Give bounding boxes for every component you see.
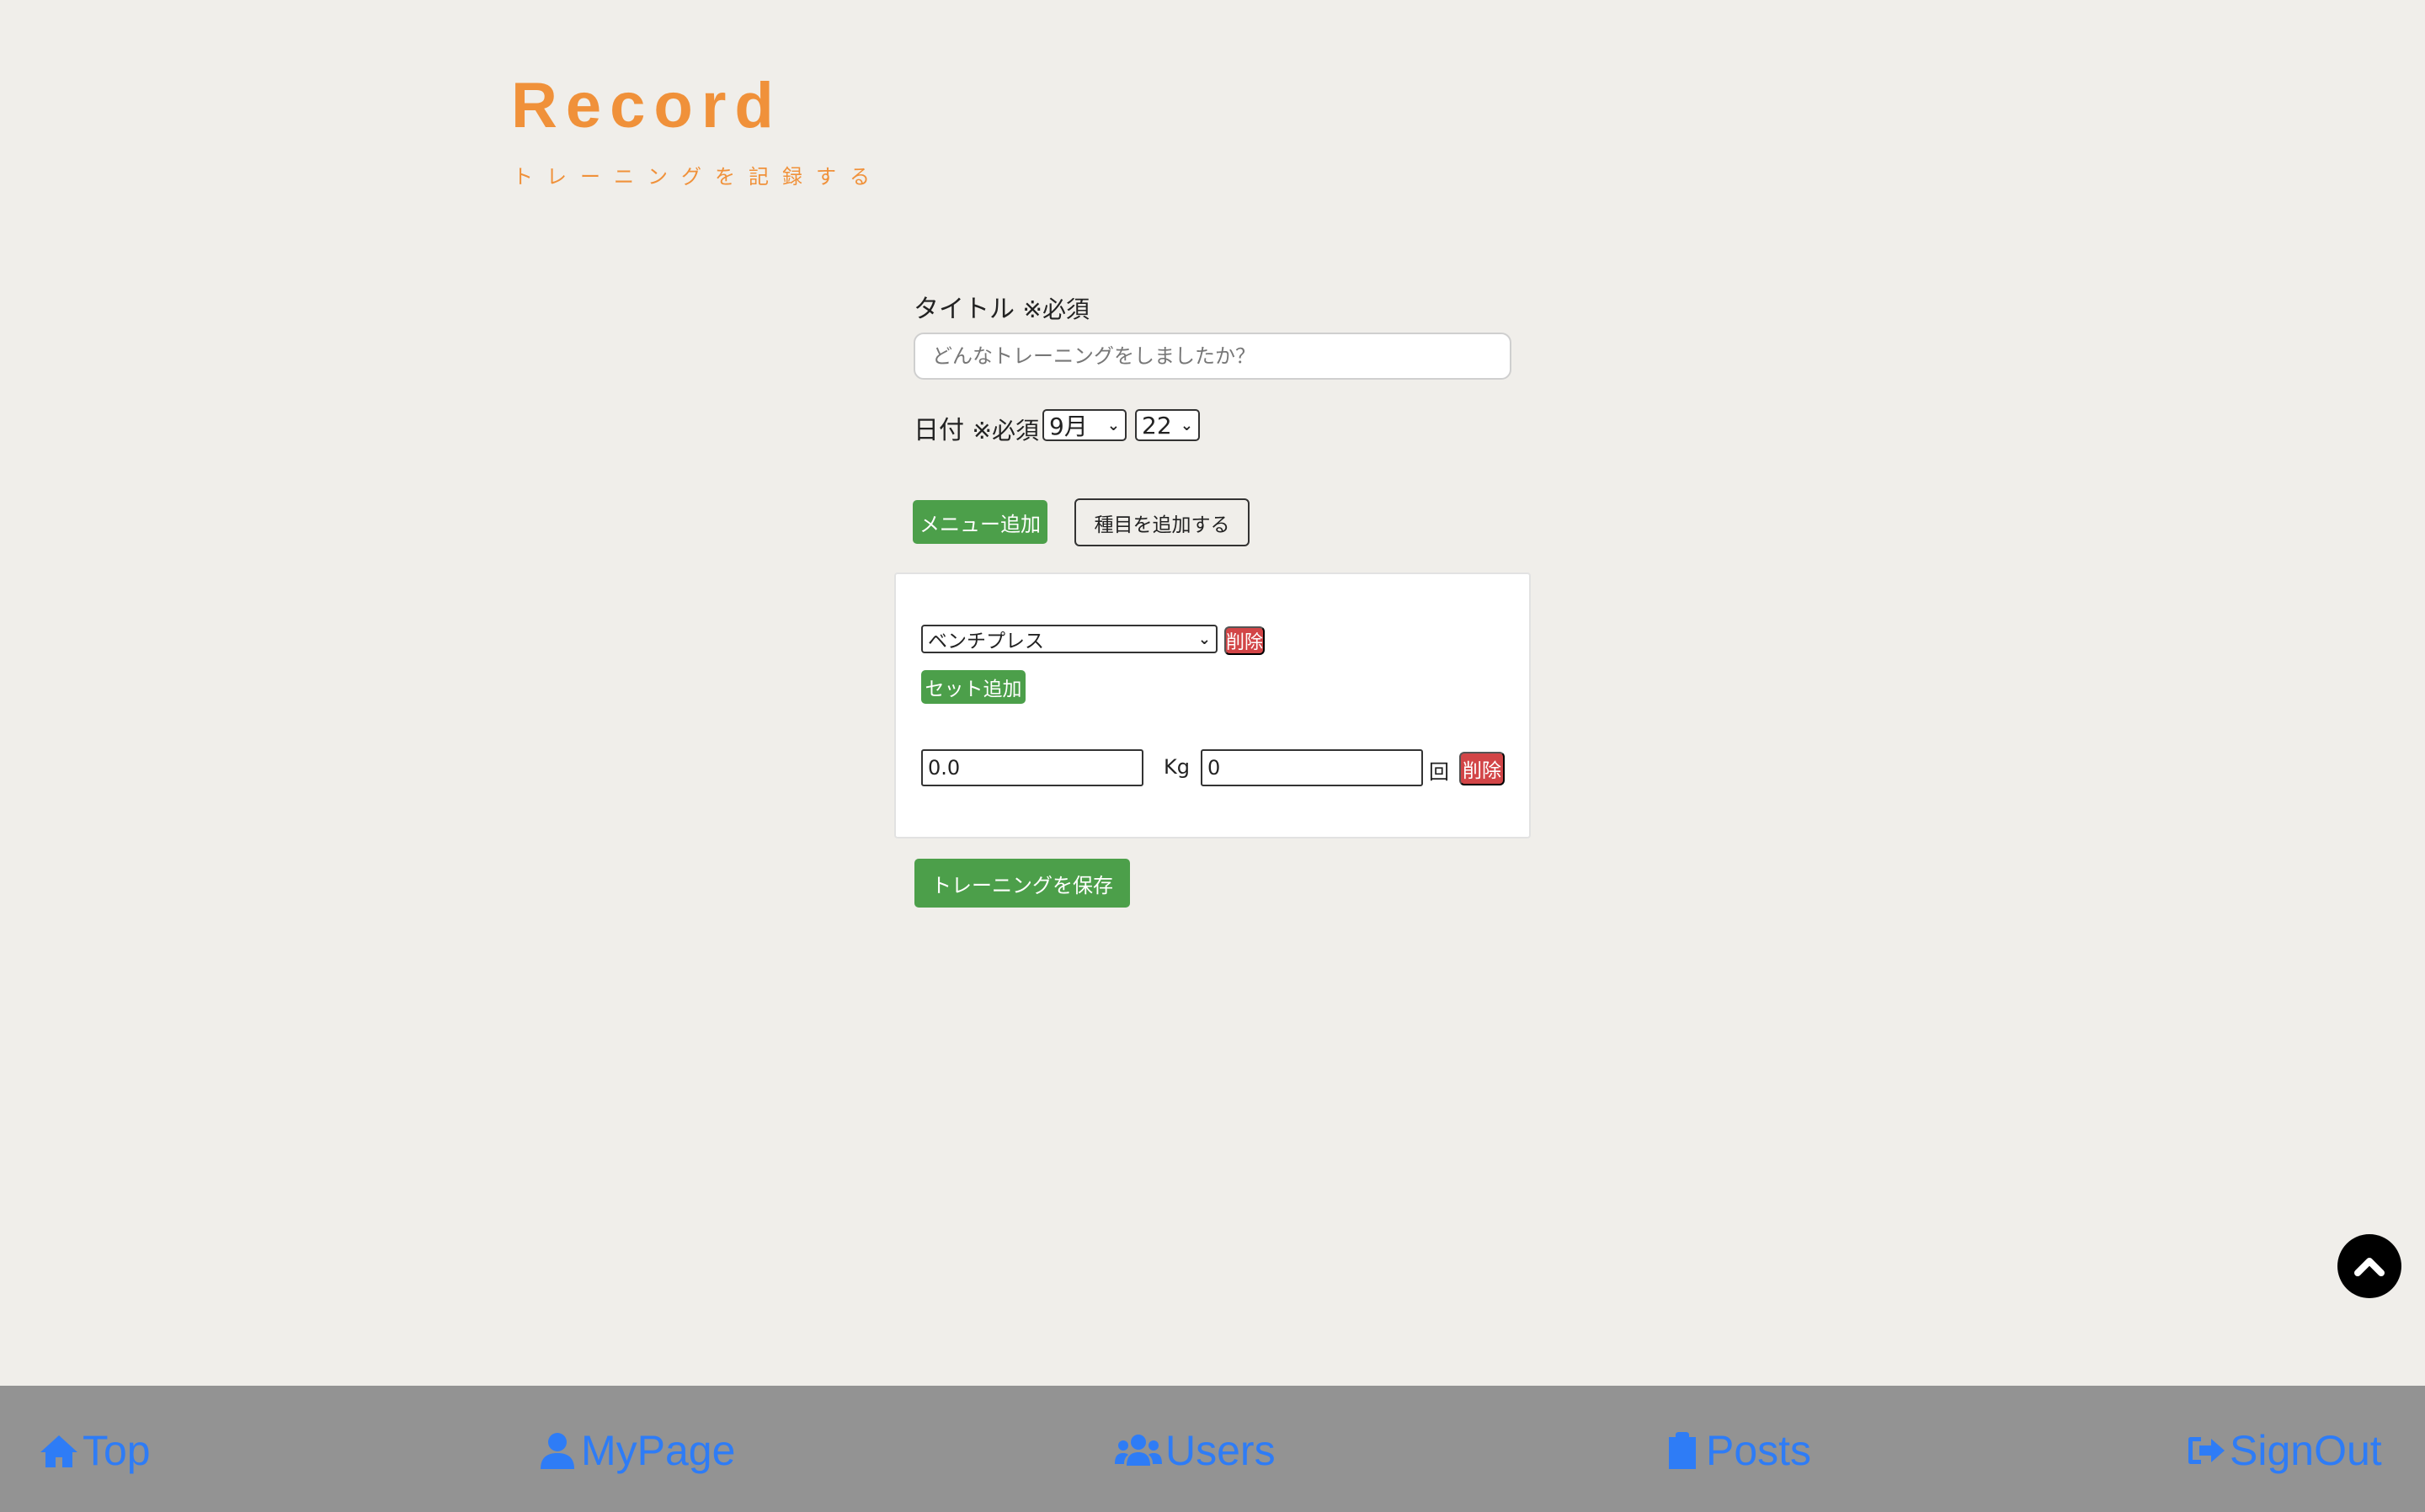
set-add-button[interactable]: セット追加 — [921, 670, 1026, 704]
exercise-value: ベンチプレス — [928, 631, 1044, 652]
chevron-up-icon — [2354, 1258, 2385, 1276]
user-icon — [541, 1433, 574, 1469]
day-select[interactable]: 22 ⌄ — [1135, 409, 1200, 441]
required-mark: ※必須 — [972, 417, 1040, 445]
chevron-down-icon: ⌄ — [1106, 416, 1120, 434]
title-label: タイトル ※必須 — [914, 288, 1090, 325]
menu-add-button[interactable]: メニュー追加 — [913, 500, 1047, 544]
weight-value: 0.0 — [928, 756, 961, 780]
delete-exercise-button[interactable]: 削除 — [1224, 626, 1265, 655]
nav-posts-label: Posts — [1706, 1427, 1812, 1474]
nav-users-label: Users — [1165, 1427, 1276, 1474]
save-training-button[interactable]: トレーニングを保存 — [914, 859, 1130, 908]
nav-posts-link[interactable]: Posts — [1662, 1427, 1811, 1474]
record-page: Record トレーニングを記録する タイトル ※必須 日付 ※必須 9月 ⌄ … — [0, 0, 2425, 1512]
users-icon — [1115, 1435, 1162, 1466]
month-value: 9月 — [1049, 413, 1088, 440]
scroll-top-button[interactable] — [2337, 1234, 2401, 1298]
sign-out-icon — [2188, 1437, 2225, 1464]
month-select[interactable]: 9月 ⌄ — [1042, 409, 1127, 441]
clipboard-icon — [1669, 1432, 1696, 1469]
nav-users-link[interactable]: Users — [1115, 1427, 1276, 1474]
day-value: 22 — [1142, 411, 1172, 439]
nav-signout-link[interactable]: SignOut — [2186, 1427, 2382, 1474]
delete-set-button[interactable]: 削除 — [1459, 752, 1505, 785]
nav-mypage-link[interactable]: MyPage — [537, 1427, 735, 1474]
date-label-text: 日付 — [914, 416, 964, 445]
date-label: 日付 ※必須 — [914, 409, 1039, 446]
page-subtitle: トレーニングを記録する — [513, 165, 883, 189]
page-title: Record — [511, 70, 782, 141]
nav-signout-label: SignOut — [2230, 1427, 2382, 1474]
nav-top-link[interactable]: Top — [39, 1427, 151, 1474]
home-icon — [40, 1435, 77, 1467]
reps-unit: 回 — [1429, 760, 1449, 784]
weight-unit: Kg — [1164, 755, 1190, 779]
weight-input[interactable]: 0.0 — [921, 749, 1143, 786]
nav-mypage-label: MyPage — [581, 1427, 736, 1474]
title-input[interactable] — [914, 333, 1511, 380]
reps-value: 0 — [1207, 756, 1221, 780]
reps-input[interactable]: 0 — [1201, 749, 1423, 786]
nav-top-label: Top — [83, 1427, 151, 1474]
exercise-select[interactable]: ベンチプレス ⌄ — [921, 625, 1218, 653]
title-label-text: タイトル — [914, 295, 1015, 324]
exercise-card — [894, 572, 1531, 839]
add-exercise-button[interactable]: 種目を追加する — [1074, 498, 1250, 546]
required-mark: ※必須 — [1022, 295, 1090, 323]
chevron-down-icon: ⌄ — [1197, 630, 1211, 648]
chevron-down-icon: ⌄ — [1180, 416, 1193, 434]
